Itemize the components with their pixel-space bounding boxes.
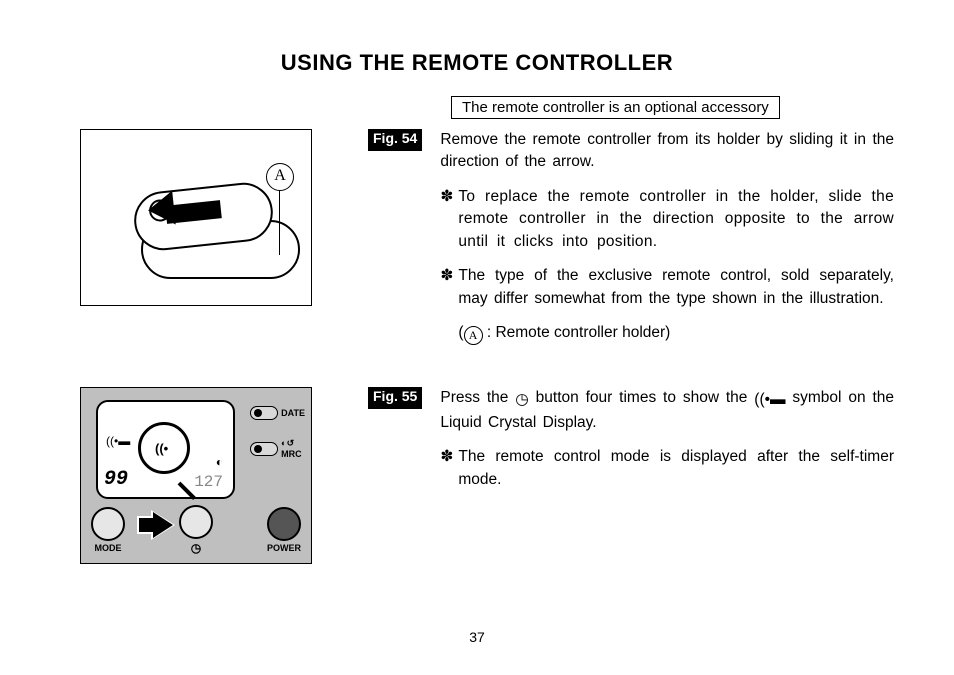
page-number: 37 (60, 629, 894, 645)
fig54-bullet2: The type of the exclusive remote control… (440, 265, 894, 310)
lcd-frame-counter: 99 (104, 468, 128, 491)
button-row: MODE ◷ POWER (91, 505, 301, 555)
fig54-bullet2-sub: (A : Remote controller holder) (440, 322, 894, 345)
fig55-p1b: button four times to show the (536, 389, 755, 406)
accessory-note-box: The remote controller is an optional acc… (451, 96, 780, 119)
date-switch-row: DATE (250, 406, 305, 420)
mode-button-label: MODE (95, 543, 122, 553)
date-switch-label: DATE (281, 408, 305, 418)
mrc-switch (250, 442, 278, 456)
selftimer-button-group: ◷ (179, 505, 213, 555)
mrc-switch-row: ◐↺MRC (250, 438, 305, 459)
fig55-paragraph: Press the ◷ button four times to show th… (440, 387, 894, 434)
fig54-b2-sub-tail: : Remote controller holder) (483, 324, 671, 341)
lcd-right-segment: 127 (194, 473, 223, 491)
press-arrow-icon (153, 512, 173, 538)
fig55-bullet1: The remote control mode is displayed aft… (440, 446, 894, 491)
figure54-column: A (60, 129, 350, 306)
magnifier-icon: ((• (138, 422, 190, 474)
fig55-text: Press the ◷ button four times to show th… (440, 387, 894, 503)
mode-button-group: MODE (91, 507, 125, 553)
power-button-group: POWER (267, 507, 301, 553)
callout-a-label: A (266, 163, 294, 191)
holder-outline: A (116, 165, 291, 285)
fig54-text: Remove the remote controller from its ho… (440, 129, 894, 357)
remote-signal-icon: ((•▬ (106, 434, 130, 448)
slide-arrow-head (146, 191, 175, 228)
fig55-label: Fig. 55 (368, 387, 422, 409)
fig54-bullet1: To replace the remote controller in the … (440, 186, 894, 253)
section-fig54: A Fig. 54 Remove the remote controller f… (60, 129, 894, 357)
power-button-label: POWER (267, 543, 301, 553)
figure55-column: ((•▬ 99 127 ◐ ((• DATE ◐↺MRC (60, 387, 350, 564)
fig54-label: Fig. 54 (368, 129, 422, 151)
remote-signal-inline-icon: ((•▬ (754, 389, 785, 411)
manual-page: USING THE REMOTE CONTROLLER The remote c… (0, 0, 954, 675)
page-title: USING THE REMOTE CONTROLLER (60, 50, 894, 76)
figure55-illustration: ((•▬ 99 127 ◐ ((• DATE ◐↺MRC (80, 387, 312, 564)
circle-a-icon: A (464, 326, 483, 345)
magnifier-inner-icon: ((• (155, 441, 168, 456)
side-switch-panel: DATE ◐↺MRC (250, 406, 305, 459)
fig54-paragraph: Remove the remote controller from its ho… (440, 129, 894, 174)
redeye-icon: ◐ (216, 455, 223, 469)
selftimer-inline-icon: ◷ (515, 389, 529, 411)
date-switch (250, 406, 278, 420)
mrc-switch-label: ◐↺MRC (281, 438, 302, 459)
right-column-header: The remote controller is an optional acc… (368, 96, 894, 129)
selftimer-button (179, 505, 213, 539)
figure54-illustration: A (80, 129, 312, 306)
section-fig55: ((•▬ 99 127 ◐ ((• DATE ◐↺MRC (60, 387, 894, 564)
fig55-p1a: Press the (440, 389, 515, 406)
power-button (267, 507, 301, 541)
selftimer-icon: ◷ (191, 541, 201, 555)
callout-leader-line (279, 187, 280, 255)
lcd-screen: ((•▬ 99 127 ◐ ((• (96, 400, 235, 499)
content-area: A Fig. 54 Remove the remote controller f… (60, 129, 894, 564)
mode-button (91, 507, 125, 541)
